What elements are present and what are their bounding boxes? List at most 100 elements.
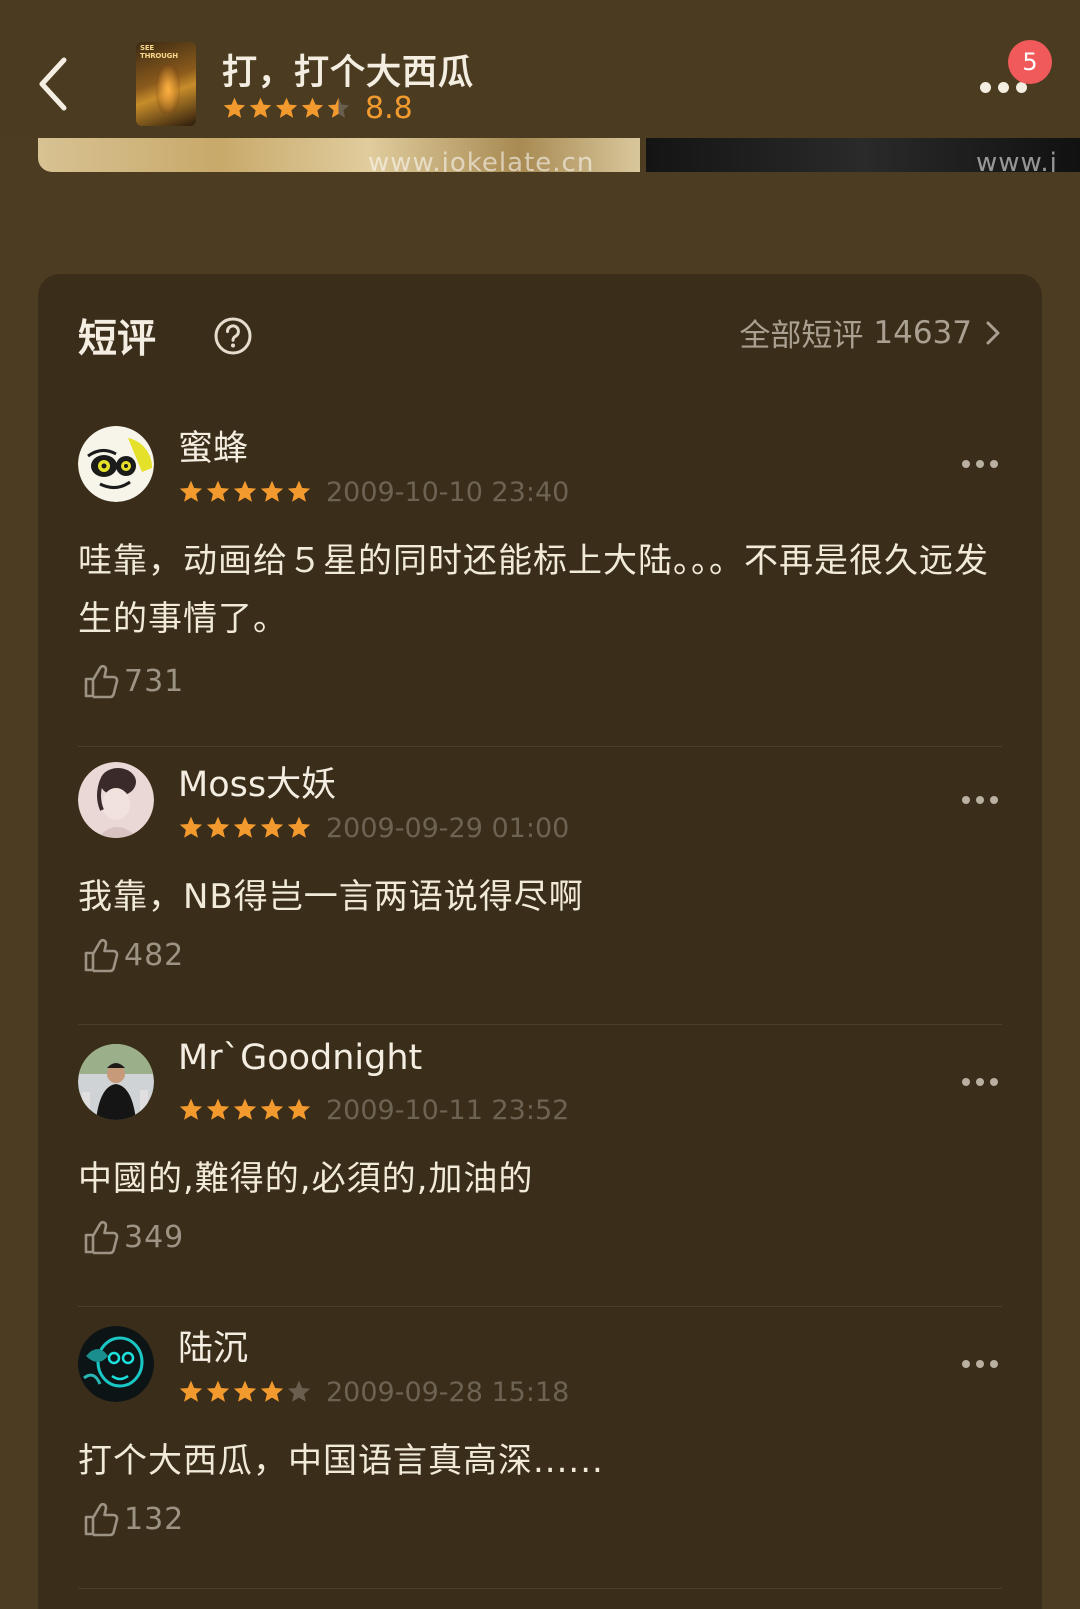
star-icon [178, 815, 204, 841]
like-count: 731 [124, 663, 185, 699]
like-count: 349 [124, 1219, 185, 1255]
still-watermark-2: www.j [976, 148, 1058, 172]
star-icon [205, 815, 231, 841]
star-icon [259, 1097, 285, 1123]
more-dot-icon [976, 1360, 984, 1368]
movie-poster-thumbnail[interactable]: SEE THROUGH [136, 42, 196, 126]
star-icon [232, 1379, 258, 1405]
thumbs-up-icon [84, 1220, 119, 1255]
star-icon [286, 1097, 312, 1123]
more-dot-icon [976, 460, 984, 468]
review-time: 2009-09-28 15:18 [326, 1376, 570, 1408]
like-button[interactable]: 349 [82, 1218, 184, 1256]
star-icon [286, 815, 312, 841]
review-divider [78, 1024, 1002, 1025]
star-icon [259, 479, 285, 505]
more-dot-icon [962, 1078, 970, 1086]
review-divider [78, 746, 1002, 747]
page: SEE THROUGH 打，打个大西瓜 8.8 5 www.jokelate.c… [0, 0, 1080, 1609]
review-more-button[interactable] [962, 790, 1002, 810]
header-rating: 8.8 [222, 90, 413, 126]
review-username[interactable]: Moss大妖 [178, 756, 336, 807]
chevron-right-icon [986, 321, 1000, 344]
like-button[interactable]: 731 [82, 662, 184, 700]
star-icon [286, 479, 312, 505]
star-icon [274, 96, 299, 121]
more-dot-icon [990, 460, 998, 468]
like-count: 132 [124, 1501, 185, 1537]
like-button[interactable]: 482 [82, 936, 184, 974]
review-content: 打个大西瓜，中国语言真高深...... [78, 1441, 604, 1481]
review-content: 中國的,難得的,必須的,加油的 [78, 1159, 534, 1199]
review-rating: 2009-10-11 23:52 [178, 1094, 569, 1126]
more-dot-icon [998, 82, 1009, 93]
still-image-2[interactable]: www.j [646, 138, 1080, 172]
all-short-reviews-count: 14637 [873, 314, 972, 351]
more-dot-icon [962, 796, 970, 804]
all-short-reviews-link[interactable]: 全部短评 14637 [739, 310, 1002, 355]
star-icon [248, 96, 273, 121]
short-reviews-header: 短评 全部短评 14637 [78, 308, 1002, 368]
thumbs-up-icon [84, 664, 119, 699]
movie-title: 打，打个大西瓜 [222, 53, 475, 93]
review-time: 2009-10-11 23:52 [326, 1094, 570, 1126]
avatar[interactable] [78, 1326, 154, 1402]
short-reviews-card: 短评 全部短评 14637 蜜蜂 2009-10-10 23:40 哇靠，动画给… [38, 274, 1042, 1609]
star-icon [232, 479, 258, 505]
star-icon [259, 1379, 285, 1405]
stills-strip[interactable]: www.jokelate.cn www.j [38, 138, 1080, 172]
review-more-button[interactable] [962, 454, 1002, 474]
more-dot-icon [976, 1078, 984, 1086]
more-dot-icon [962, 1360, 970, 1368]
more-dot-icon [980, 82, 991, 93]
star-icon [232, 815, 258, 841]
review-more-button[interactable] [962, 1354, 1002, 1374]
star-icon [300, 96, 325, 121]
short-reviews-title: 短评 [78, 317, 157, 362]
star-icon [205, 1097, 231, 1123]
review-content: 哇靠，动画给５星的同时还能标上大陆。。。不再是很久远发生的事情了。 [78, 541, 989, 639]
star-icon [232, 1097, 258, 1123]
review-username[interactable]: 陆沉 [178, 1320, 248, 1371]
still-watermark-1: www.jokelate.cn [368, 148, 595, 172]
avatar[interactable] [78, 1044, 154, 1120]
star-icon [259, 815, 285, 841]
review-rating-stars [178, 479, 312, 505]
star-icon [222, 96, 247, 121]
more-dot-icon [990, 1078, 998, 1086]
review-time: 2009-10-10 23:40 [326, 476, 570, 508]
poster-art [156, 64, 180, 114]
all-short-reviews-label: 全部短评 [739, 318, 864, 354]
poster-title-text: SEE THROUGH [140, 44, 178, 60]
header-rating-score: 8.8 [365, 90, 413, 126]
star-icon [178, 1379, 204, 1405]
back-button[interactable] [34, 52, 74, 116]
top-bar: SEE THROUGH 打，打个大西瓜 8.8 5 [0, 0, 1080, 138]
review-rating: 2009-09-29 01:00 [178, 812, 569, 844]
review-content: 我靠，NB得岂一言两语说得尽啊 [78, 877, 584, 917]
help-icon[interactable] [213, 316, 253, 356]
more-dot-icon [990, 796, 998, 804]
star-icon [178, 479, 204, 505]
review-username[interactable]: Mr`Goodnight [178, 1038, 422, 1078]
star-icon [205, 1379, 231, 1405]
thumbs-up-icon [84, 938, 119, 973]
review-rating-stars [178, 1379, 312, 1405]
thumbs-up-icon [84, 1502, 119, 1537]
review-more-button[interactable] [962, 1072, 1002, 1092]
star-icon [286, 1379, 312, 1405]
review-divider [78, 1588, 1002, 1589]
avatar[interactable] [78, 762, 154, 838]
review-rating: 2009-10-10 23:40 [178, 476, 569, 508]
review-rating-stars [178, 1097, 312, 1123]
header-rating-stars [222, 96, 351, 121]
review-rating-stars [178, 815, 312, 841]
avatar[interactable] [78, 426, 154, 502]
star-icon [326, 96, 351, 121]
still-image-1[interactable]: www.jokelate.cn [38, 138, 640, 172]
star-icon [205, 479, 231, 505]
more-dot-icon [990, 1360, 998, 1368]
like-count: 482 [124, 937, 185, 973]
review-username[interactable]: 蜜蜂 [178, 420, 248, 471]
like-button[interactable]: 132 [82, 1500, 184, 1538]
